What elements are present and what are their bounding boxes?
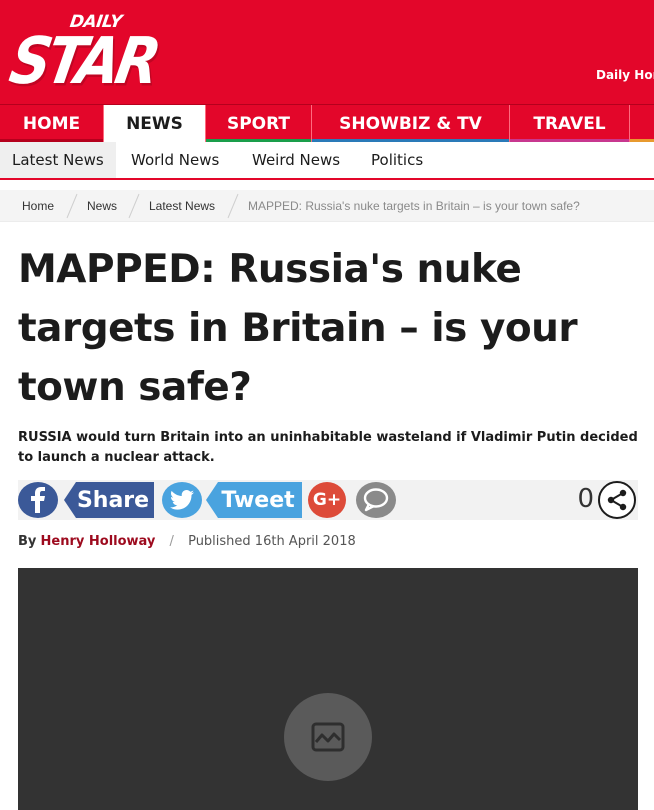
subnav-weird-news-label: Weird News (252, 151, 341, 169)
nav-sport-label: SPORT (226, 114, 291, 134)
google-plus-icon[interactable]: G+ (308, 482, 346, 518)
twitter-tweet-button[interactable]: Tweet (206, 482, 302, 518)
horoscope-link[interactable]: Daily Horo (596, 68, 654, 82)
headline-line: MAPPED: Russia's nuke (18, 247, 522, 292)
breadcrumb: Home News Latest News MAPPED: Russia's n… (0, 190, 654, 222)
nav-showbiz-label: SHOWBIZ & TV (339, 114, 482, 134)
breadcrumb-separator (128, 193, 140, 219)
byline-prefix: By (18, 534, 37, 549)
daily-star-logo[interactable]: DAILY STAR (4, 8, 162, 99)
nav-news[interactable]: NEWS (104, 105, 206, 143)
subnav-world-news-label: World News (131, 151, 220, 169)
nav-more[interactable] (630, 105, 654, 143)
share-bar: Share Tweet G+ 0 (18, 480, 638, 520)
subnav-latest-news[interactable]: Latest News (0, 142, 116, 178)
subnav-world-news[interactable]: World News (131, 142, 219, 178)
twitter-tweet-label: Tweet (221, 487, 295, 513)
nav-sport[interactable]: SPORT (206, 105, 312, 143)
logo-star-text: STAR (4, 24, 163, 100)
breadcrumb-home[interactable]: Home (22, 199, 54, 213)
article-headline: MAPPED: Russia's nuke targets in Britain… (18, 240, 638, 417)
nav-home-label: HOME (22, 114, 81, 134)
facebook-icon[interactable] (18, 482, 58, 518)
headline-line: town safe? (18, 365, 252, 410)
google-plus-label: G+ (312, 490, 342, 510)
published-date: Published 16th April 2018 (188, 534, 356, 549)
nav-travel[interactable]: TRAVEL (510, 105, 630, 143)
comment-icon[interactable] (356, 482, 396, 518)
nav-travel-label: TRAVEL (533, 114, 606, 134)
article-standfirst: RUSSIA would turn Britain into an uninha… (18, 430, 638, 465)
byline-divider: / (169, 534, 174, 549)
author-link[interactable]: Henry Holloway (41, 534, 156, 549)
facebook-share-label: Share (76, 487, 150, 513)
breadcrumb-current: MAPPED: Russia's nuke targets in Britain… (248, 199, 580, 213)
breadcrumb-latest-news[interactable]: Latest News (149, 199, 215, 213)
broken-image-icon (284, 693, 372, 781)
main-nav: HOME NEWS SPORT SHOWBIZ & TV TRAVEL (0, 104, 654, 143)
twitter-icon[interactable] (162, 482, 202, 518)
subnav-politics-label: Politics (371, 151, 424, 169)
nav-news-label: NEWS (126, 114, 183, 134)
nav-showbiz[interactable]: SHOWBIZ & TV (312, 105, 510, 143)
breadcrumb-separator (227, 193, 239, 219)
byline: By Henry Holloway / Published 16th April… (18, 534, 356, 549)
subnav-latest-news-label: Latest News (12, 151, 104, 169)
nav-home[interactable]: HOME (0, 105, 104, 143)
breadcrumb-news[interactable]: News (87, 199, 117, 213)
share-count: 0 (577, 484, 594, 514)
sub-nav: Latest News World News Weird News Politi… (0, 142, 654, 180)
headline-line: targets in Britain – is your (18, 306, 578, 351)
subnav-weird-news[interactable]: Weird News (252, 142, 340, 178)
facebook-share-button[interactable]: Share (64, 482, 154, 518)
share-icon[interactable] (598, 481, 636, 519)
subnav-politics[interactable]: Politics (371, 142, 423, 178)
video-player[interactable] (18, 568, 638, 810)
breadcrumb-separator (66, 193, 78, 219)
masthead: DAILY STAR Daily Horo (0, 0, 654, 104)
